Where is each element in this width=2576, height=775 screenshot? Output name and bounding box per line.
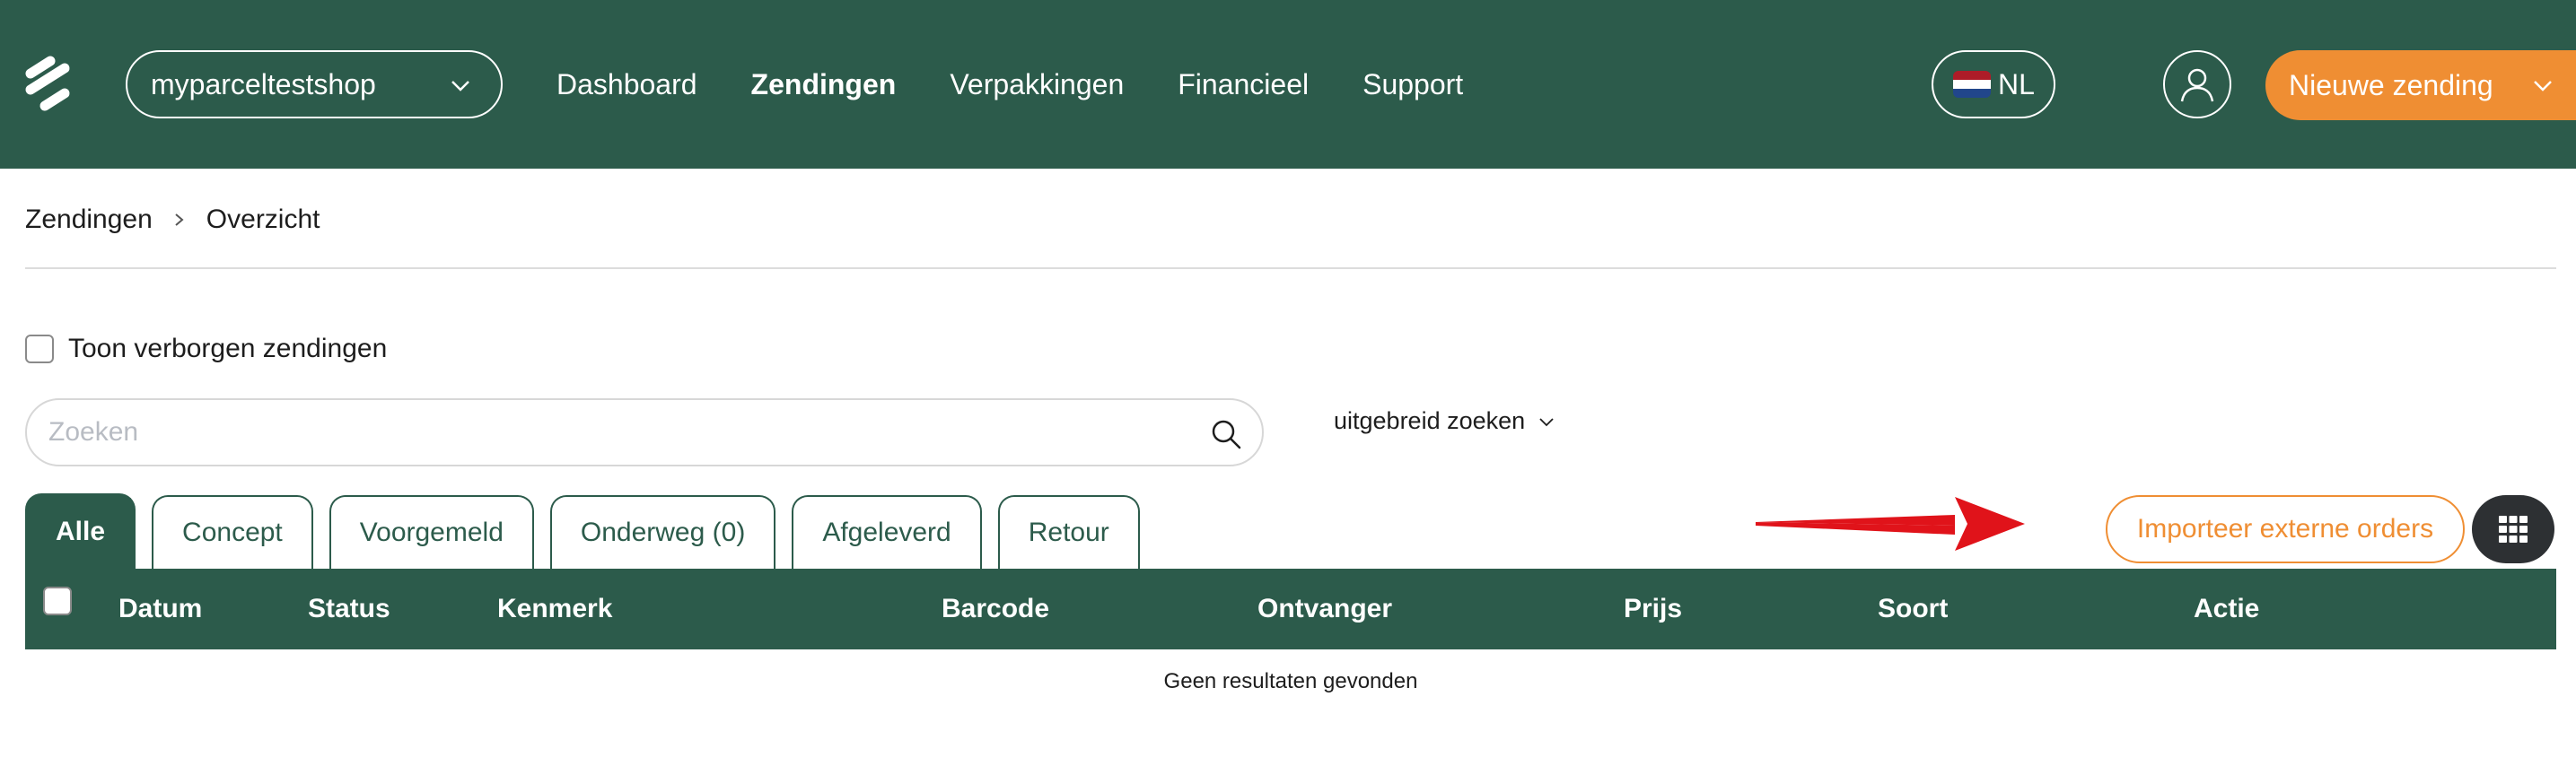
import-external-orders-button[interactable]: Importeer externe orders <box>2106 495 2465 563</box>
search-input[interactable] <box>48 417 1161 448</box>
breadcrumb: Zendingen Overzicht <box>25 205 320 235</box>
select-all-checkbox[interactable] <box>43 587 72 615</box>
tab-voorgemeld[interactable]: Voorgemeld <box>329 495 534 569</box>
column-header-actie: Actie <box>2194 594 2260 623</box>
language-selector[interactable]: NL <box>1932 50 2055 118</box>
chevron-right-icon <box>175 213 184 226</box>
red-arrow-icon <box>1756 497 2025 551</box>
breadcrumb-divider <box>25 267 2556 269</box>
language-label: NL <box>1998 67 2035 100</box>
tab-alle[interactable]: Alle <box>25 493 136 569</box>
show-hidden-checkbox[interactable] <box>25 335 54 363</box>
tab-retour[interactable]: Retour <box>997 495 1140 569</box>
table-header: Datum Status Kenmerk Barcode Ontvanger P… <box>25 569 2556 649</box>
column-header-barcode[interactable]: Barcode <box>942 594 1049 624</box>
column-header-prijs[interactable]: Prijs <box>1624 594 1682 624</box>
breadcrumb-zendingen[interactable]: Zendingen <box>25 205 153 235</box>
empty-results-message: Geen resultaten gevonden <box>1163 669 1418 693</box>
shop-selector-label: myparceltestshop <box>151 67 376 100</box>
column-header-ontvanger[interactable]: Ontvanger <box>1257 594 1392 624</box>
column-header-datum[interactable]: Datum <box>118 594 202 624</box>
search-bar <box>25 398 1264 466</box>
shop-selector[interactable]: myparceltestshop <box>126 50 503 118</box>
tab-onderweg[interactable]: Onderweg (0) <box>549 495 776 569</box>
top-navigation-bar: myparceltestshop Dashboard Zendingen Ver… <box>0 0 2576 169</box>
advanced-search-toggle[interactable]: uitgebreid zoeken <box>1334 407 1555 435</box>
nav-financieel[interactable]: Financieel <box>1178 68 1309 101</box>
column-header-soort[interactable]: Soort <box>1878 594 1948 624</box>
column-header-kenmerk[interactable]: Kenmerk <box>497 594 612 624</box>
chevron-down-icon <box>1539 417 1554 426</box>
show-hidden-label: Toon verborgen zendingen <box>68 334 388 363</box>
account-button[interactable] <box>2163 50 2231 118</box>
column-header-status[interactable]: Status <box>308 594 390 624</box>
myparcel-logo-icon[interactable] <box>23 56 72 113</box>
nav-support[interactable]: Support <box>1362 68 1463 101</box>
advanced-search-label: uitgebreid zoeken <box>1334 407 1526 434</box>
chevron-down-icon <box>451 81 469 91</box>
tab-afgeleverd[interactable]: Afgeleverd <box>792 495 982 569</box>
tab-concept[interactable]: Concept <box>152 495 313 569</box>
chevron-down-icon[interactable] <box>2529 72 2556 99</box>
nav-verpakkingen[interactable]: Verpakkingen <box>950 68 1124 101</box>
new-shipment-button[interactable]: Nieuwe zending <box>2265 50 2576 120</box>
dutch-flag-icon <box>1953 71 1991 98</box>
show-hidden-shipments-toggle[interactable]: Toon verborgen zendingen <box>25 334 387 364</box>
nav-zendingen[interactable]: Zendingen <box>751 68 897 101</box>
search-icon[interactable] <box>1210 418 1242 450</box>
grid-view-button[interactable] <box>2472 495 2554 563</box>
main-nav: Dashboard Zendingen Verpakkingen Financi… <box>556 0 1517 169</box>
user-icon <box>2180 68 2214 102</box>
grid-icon <box>2499 516 2528 543</box>
new-shipment-label: Nieuwe zending <box>2289 68 2493 101</box>
breadcrumb-overzicht: Overzicht <box>206 205 320 234</box>
status-tabs: Alle Concept Voorgemeld Onderweg (0) Afg… <box>25 493 1156 569</box>
nav-dashboard[interactable]: Dashboard <box>556 68 697 101</box>
